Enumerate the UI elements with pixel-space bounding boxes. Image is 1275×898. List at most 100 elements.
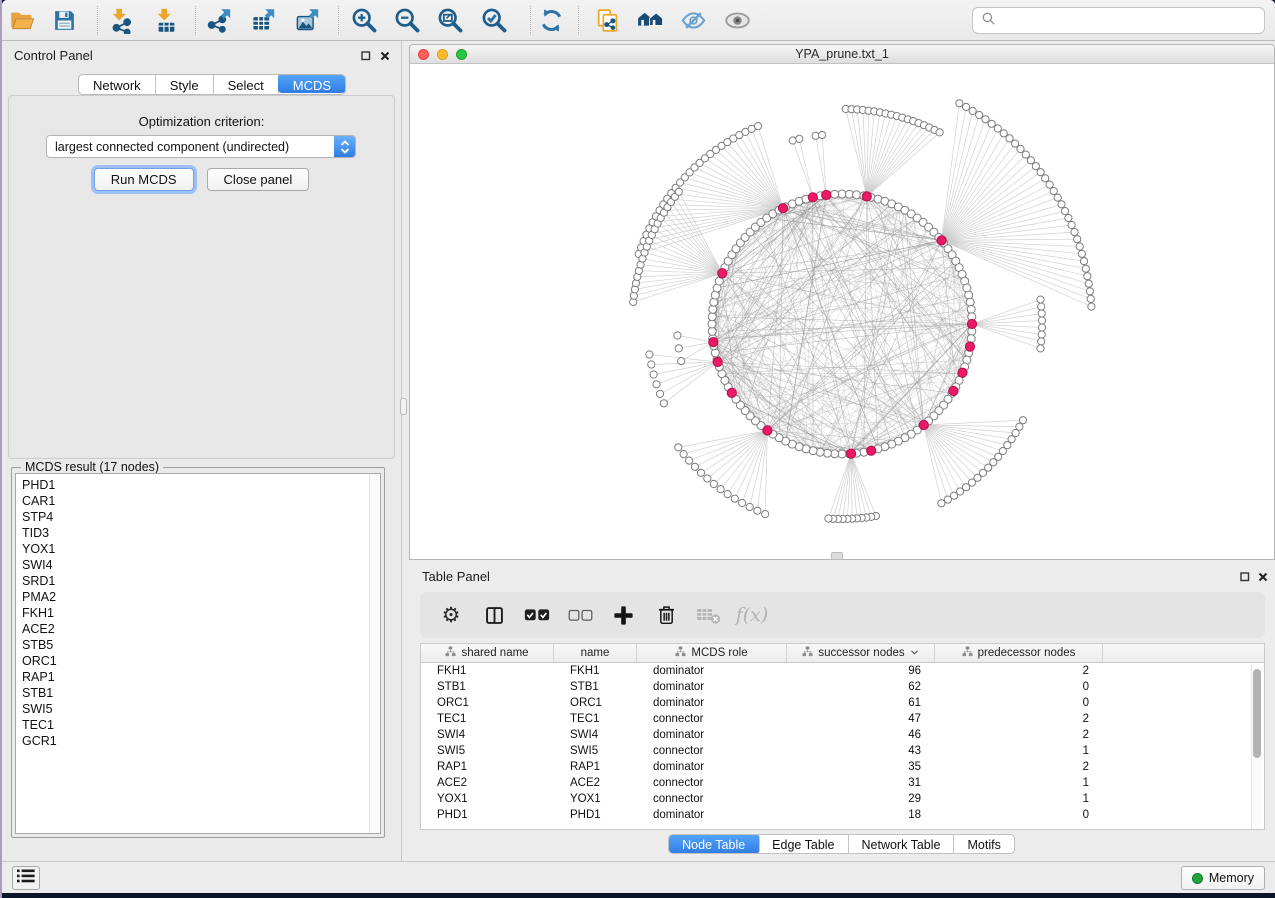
search-input[interactable]: [1002, 13, 1264, 28]
table-row[interactable]: ORC1ORC1dominator610: [421, 695, 1264, 711]
result-node-item[interactable]: CAR1: [22, 493, 380, 509]
zoom-fit-icon[interactable]: [433, 4, 467, 37]
result-node-item[interactable]: STB5: [22, 637, 380, 653]
tab-select[interactable]: Select: [214, 75, 279, 94]
result-node-item[interactable]: TID3: [22, 525, 380, 541]
maximize-window-icon[interactable]: [456, 49, 467, 60]
result-node-item[interactable]: GCR1: [22, 733, 380, 749]
table-row[interactable]: SWI4SWI4dominator462: [421, 727, 1264, 743]
table-row[interactable]: FKH1FKH1dominator962: [421, 663, 1264, 679]
zoom-in-icon[interactable]: [347, 4, 381, 37]
column-header-shared-name[interactable]: shared name: [421, 644, 554, 662]
open-file-icon[interactable]: [5, 4, 39, 37]
clear-checks-icon[interactable]: [567, 602, 593, 628]
mcds-tab-content: Optimization criterion: largest connecte…: [8, 95, 395, 459]
shared-column-icon: [675, 646, 686, 660]
tab-style[interactable]: Style: [156, 75, 214, 94]
tab-node-table[interactable]: Node Table: [668, 834, 760, 854]
table-scrollbar[interactable]: [1251, 665, 1262, 829]
result-node-item[interactable]: TEC1: [22, 717, 380, 733]
clone-network-icon[interactable]: [590, 4, 624, 37]
close-panel-icon[interactable]: [379, 50, 391, 62]
result-node-item[interactable]: FKH1: [22, 605, 380, 621]
search-box[interactable]: [972, 7, 1265, 34]
cell-shared-name: YOX1: [421, 791, 554, 807]
memory-button[interactable]: Memory: [1181, 866, 1265, 890]
cell-successor-nodes: 18: [787, 807, 935, 823]
float-table-panel-icon[interactable]: [1239, 571, 1251, 583]
hide-selected-icon[interactable]: [676, 4, 710, 37]
column-header-predecessor-nodes[interactable]: predecessor nodes: [935, 644, 1103, 662]
tab-network[interactable]: Network: [79, 75, 156, 94]
tab-mcds[interactable]: MCDS: [278, 74, 346, 93]
first-neighbors-icon[interactable]: [633, 4, 667, 37]
result-node-item[interactable]: SRD1: [22, 573, 380, 589]
close-table-panel-icon[interactable]: [1257, 571, 1269, 583]
cell-predecessor-nodes: 0: [935, 679, 1103, 695]
tab-network-table[interactable]: Network Table: [849, 835, 955, 853]
settings-gear-icon[interactable]: ⚙: [438, 602, 464, 628]
import-table-icon[interactable]: [149, 4, 183, 37]
result-node-item[interactable]: STP4: [22, 509, 380, 525]
table-row[interactable]: RAP1RAP1dominator352: [421, 759, 1264, 775]
export-table-icon[interactable]: [246, 4, 280, 37]
column-header-name[interactable]: name: [554, 644, 637, 662]
close-window-icon[interactable]: [418, 49, 429, 60]
export-image-icon[interactable]: [290, 4, 324, 37]
table-row[interactable]: YOX1YOX1connector291: [421, 791, 1264, 807]
cell-shared-name: SWI4: [421, 727, 554, 743]
select-all-checks-icon[interactable]: [524, 602, 550, 628]
cell-MCDS-role: dominator: [637, 695, 787, 711]
show-columns-icon[interactable]: [481, 602, 507, 628]
export-network-icon[interactable]: [202, 4, 236, 37]
cell-MCDS-role: dominator: [637, 727, 787, 743]
table-scrollbar-thumb[interactable]: [1253, 669, 1261, 758]
network-graph[interactable]: [410, 64, 1275, 560]
tab-motifs[interactable]: Motifs: [954, 835, 1013, 853]
table-row[interactable]: STB1STB1dominator620: [421, 679, 1264, 695]
status-bar: Memory: [2, 861, 1275, 893]
result-node-item[interactable]: STB1: [22, 685, 380, 701]
node-table: shared namenameMCDS rolesuccessor nodesp…: [420, 643, 1265, 830]
result-node-item[interactable]: PMA2: [22, 589, 380, 605]
result-node-item[interactable]: YOX1: [22, 541, 380, 557]
column-header-MCDS-role[interactable]: MCDS role: [637, 644, 787, 662]
table-type-tabs: Node TableEdge TableNetwork TableMotifs: [668, 834, 1015, 854]
float-panel-icon[interactable]: [360, 50, 372, 62]
zoom-out-icon[interactable]: [390, 4, 424, 37]
result-node-item[interactable]: ORC1: [22, 653, 380, 669]
cell-successor-nodes: 31: [787, 775, 935, 791]
column-header-successor-nodes[interactable]: successor nodes: [787, 644, 935, 662]
zoom-selected-icon[interactable]: [477, 4, 511, 37]
mcds-result-list[interactable]: PHD1CAR1STP4TID3YOX1SWI4SRD1PMA2FKH1ACE2…: [15, 473, 381, 834]
vertical-splitter-handle[interactable]: [400, 398, 407, 415]
result-node-item[interactable]: PHD1: [22, 477, 380, 493]
show-all-icon[interactable]: [720, 4, 754, 37]
result-node-item[interactable]: SWI4: [22, 557, 380, 573]
run-mcds-button[interactable]: Run MCDS: [94, 168, 194, 191]
table-row[interactable]: SWI5SWI5connector431: [421, 743, 1264, 759]
result-node-item[interactable]: SWI5: [22, 701, 380, 717]
refresh-icon[interactable]: [534, 4, 568, 37]
cell-successor-nodes: 96: [787, 663, 935, 679]
table-row[interactable]: TEC1TEC1connector472: [421, 711, 1264, 727]
result-list-scrollbar[interactable]: [369, 474, 380, 833]
network-canvas[interactable]: [410, 64, 1275, 560]
horizontal-splitter-handle[interactable]: [831, 552, 843, 560]
table-row[interactable]: ACE2ACE2connector311: [421, 775, 1264, 791]
result-node-item[interactable]: RAP1: [22, 669, 380, 685]
import-network-icon[interactable]: [104, 4, 138, 37]
add-row-icon[interactable]: [610, 602, 636, 628]
minimize-window-icon[interactable]: [437, 49, 448, 60]
save-session-icon[interactable]: [47, 4, 81, 37]
result-node-item[interactable]: ACE2: [22, 621, 380, 637]
table-row[interactable]: PHD1PHD1dominator180: [421, 807, 1264, 823]
close-panel-button[interactable]: Close panel: [207, 168, 310, 191]
mcds-result-box: MCDS result (17 nodes) PHD1CAR1STP4TID3Y…: [11, 467, 385, 838]
criterion-dropdown[interactable]: largest connected component (undirected): [46, 135, 356, 158]
delete-row-icon[interactable]: [653, 602, 679, 628]
cell-name: ACE2: [554, 775, 637, 791]
task-history-button[interactable]: [12, 866, 40, 890]
tab-edge-table[interactable]: Edge Table: [759, 835, 848, 853]
network-window-titlebar[interactable]: YPA_prune.txt_1: [410, 45, 1274, 64]
